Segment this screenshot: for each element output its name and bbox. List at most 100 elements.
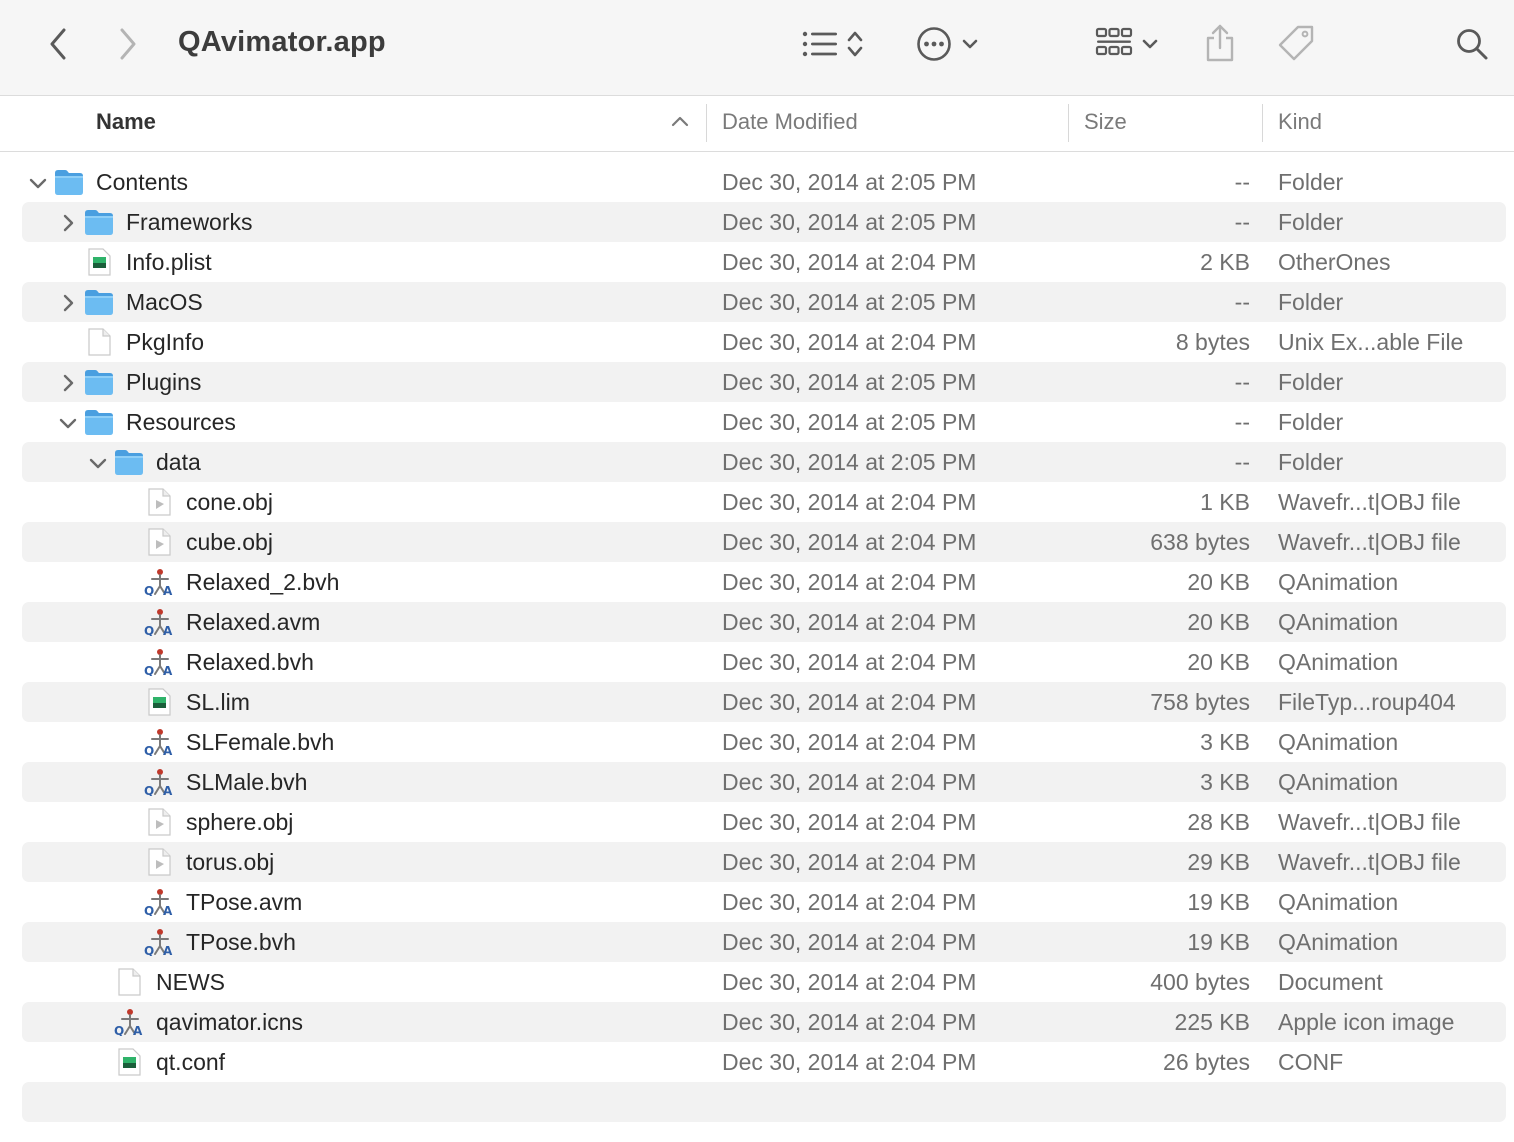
file-name[interactable]: PkgInfo [126, 322, 204, 362]
share-button[interactable] [1198, 20, 1242, 66]
file-row[interactable]: Q A TPose.avm Dec 30, 2014 at 2:04 PM 19 KB Q… [0, 882, 1514, 922]
blank-document-icon [84, 328, 114, 356]
column-divider[interactable] [1068, 104, 1069, 142]
disclosure-chevron-right-icon[interactable] [58, 372, 78, 392]
file-size: 758 bytes [1150, 689, 1250, 715]
column-date-modified-header[interactable]: Date Modified [722, 96, 858, 151]
file-row[interactable]: Contents Dec 30, 2014 at 2:05 PM -- Folder [0, 162, 1514, 202]
file-name[interactable]: Resources [126, 402, 236, 442]
folder-icon [114, 448, 144, 476]
file-name[interactable]: Contents [96, 162, 188, 202]
file-name[interactable]: data [156, 442, 201, 482]
file-size: 19 KB [1187, 929, 1250, 955]
file-name[interactable]: qavimator.icns [156, 1002, 303, 1042]
tag-button[interactable] [1272, 20, 1320, 66]
column-name-header[interactable]: Name [96, 96, 156, 151]
file-row[interactable]: NEWS Dec 30, 2014 at 2:04 PM 400 bytes Docu… [0, 962, 1514, 1002]
file-size: 400 bytes [1150, 969, 1250, 995]
file-row[interactable]: MacOS Dec 30, 2014 at 2:05 PM -- Folder [0, 282, 1514, 322]
file-name[interactable]: Frameworks [126, 202, 253, 242]
file-row[interactable]: Info.plist Dec 30, 2014 at 2:04 PM 2 KB Oth… [0, 242, 1514, 282]
svg-text:A: A [133, 1024, 143, 1036]
file-row[interactable]: sphere.obj Dec 30, 2014 at 2:04 PM 28 KB Wa… [0, 802, 1514, 842]
file-kind: Folder [1278, 369, 1344, 395]
file-size: 28 KB [1187, 809, 1250, 835]
svg-text:Q: Q [144, 904, 154, 916]
up-down-chevron-icon [847, 29, 863, 59]
file-name[interactable]: TPose.avm [186, 882, 302, 922]
file-row[interactable]: Q A TPose.bvh Dec 30, 2014 at 2:04 PM 19 KB Q… [0, 922, 1514, 962]
file-date-modified: Dec 30, 2014 at 2:04 PM [722, 809, 977, 835]
file-row[interactable]: Q A Relaxed.bvh Dec 30, 2014 at 2:04 PM 20 K… [0, 642, 1514, 682]
file-name[interactable]: SL.lim [186, 682, 250, 722]
file-row[interactable]: Plugins Dec 30, 2014 at 2:05 PM -- Folder [0, 362, 1514, 402]
file-kind: Folder [1278, 449, 1344, 475]
file-name[interactable]: qt.conf [156, 1042, 225, 1082]
file-kind: Wavefr...t|OBJ file [1278, 809, 1461, 835]
file-list: Contents Dec 30, 2014 at 2:05 PM -- Folder F… [0, 162, 1514, 1082]
file-row[interactable]: SL.lim Dec 30, 2014 at 2:04 PM 758 bytes Fi… [0, 682, 1514, 722]
svg-text:A: A [163, 744, 173, 756]
svg-text:A: A [163, 664, 173, 676]
file-row[interactable]: cone.obj Dec 30, 2014 at 2:04 PM 1 KB Wavef… [0, 482, 1514, 522]
file-row[interactable]: Q A Relaxed.avm Dec 30, 2014 at 2:04 PM 20 K… [0, 602, 1514, 642]
file-name[interactable]: TPose.bvh [186, 922, 296, 962]
file-date-modified: Dec 30, 2014 at 2:04 PM [722, 929, 977, 955]
file-name[interactable]: Relaxed.avm [186, 602, 320, 642]
obj-file-icon [144, 488, 174, 516]
file-name[interactable]: sphere.obj [186, 802, 293, 842]
file-size: -- [1234, 369, 1250, 395]
view-options-button[interactable] [794, 22, 870, 66]
file-date-modified: Dec 30, 2014 at 2:04 PM [722, 769, 977, 795]
disclosure-chevron-right-icon[interactable] [58, 292, 78, 312]
file-row[interactable]: Q A Relaxed_2.bvh Dec 30, 2014 at 2:04 PM 20… [0, 562, 1514, 602]
search-button[interactable] [1450, 22, 1494, 66]
file-size: 1 KB [1200, 489, 1250, 515]
chevron-left-icon [48, 28, 68, 60]
file-name[interactable]: torus.obj [186, 842, 274, 882]
file-date-modified: Dec 30, 2014 at 2:04 PM [722, 489, 977, 515]
chevron-right-icon [118, 28, 138, 60]
column-divider[interactable] [706, 104, 707, 142]
folder-icon [84, 368, 114, 396]
svg-text:Q: Q [144, 624, 154, 636]
file-row[interactable]: cube.obj Dec 30, 2014 at 2:04 PM 638 bytes… [0, 522, 1514, 562]
column-kind-header[interactable]: Kind [1278, 96, 1322, 151]
file-name[interactable]: Plugins [126, 362, 201, 402]
file-size: -- [1234, 209, 1250, 235]
file-date-modified: Dec 30, 2014 at 2:04 PM [722, 529, 977, 555]
file-name[interactable]: MacOS [126, 282, 203, 322]
file-name[interactable]: cone.obj [186, 482, 273, 522]
disclosure-chevron-down-icon[interactable] [28, 172, 48, 192]
group-button[interactable] [1088, 22, 1164, 66]
file-row[interactable]: PkgInfo Dec 30, 2014 at 2:04 PM 8 bytes Uni… [0, 322, 1514, 362]
file-row[interactable]: data Dec 30, 2014 at 2:05 PM -- Folder [0, 442, 1514, 482]
file-row[interactable]: Resources Dec 30, 2014 at 2:05 PM -- Folder [0, 402, 1514, 442]
svg-text:Q: Q [144, 944, 154, 956]
disclosure-chevron-right-icon[interactable] [58, 212, 78, 232]
file-name[interactable]: Relaxed.bvh [186, 642, 314, 682]
column-divider[interactable] [1262, 104, 1263, 142]
obj-file-icon [144, 528, 174, 556]
disclosure-chevron-down-icon[interactable] [88, 452, 108, 472]
column-size-header[interactable]: Size [1084, 96, 1127, 151]
file-name[interactable]: SLMale.bvh [186, 762, 307, 802]
back-button[interactable] [38, 22, 78, 66]
file-name[interactable]: Info.plist [126, 242, 212, 282]
file-row[interactable]: Frameworks Dec 30, 2014 at 2:05 PM -- Folde… [0, 202, 1514, 242]
file-row[interactable]: Q Aqavimator.icns Dec 30, 2014 at 2:04 PM 2… [0, 1002, 1514, 1042]
file-row[interactable]: Q A SLFemale.bvh Dec 30, 2014 at 2:04 PM 3 K… [0, 722, 1514, 762]
disclosure-chevron-down-icon[interactable] [58, 412, 78, 432]
file-kind: CONF [1278, 1049, 1344, 1075]
file-row[interactable]: torus.obj Dec 30, 2014 at 2:04 PM 29 KB Wav… [0, 842, 1514, 882]
file-name[interactable]: Relaxed_2.bvh [186, 562, 339, 602]
file-date-modified: Dec 30, 2014 at 2:05 PM [722, 209, 977, 235]
file-name[interactable]: NEWS [156, 962, 225, 1002]
file-row[interactable]: qt.conf Dec 30, 2014 at 2:04 PM 26 bytes CO… [0, 1042, 1514, 1082]
forward-button[interactable] [108, 22, 148, 66]
action-menu-button[interactable] [910, 22, 984, 66]
file-kind: Folder [1278, 169, 1344, 195]
file-row[interactable]: Q A SLMale.bvh Dec 30, 2014 at 2:04 PM 3 KB Q… [0, 762, 1514, 802]
file-name[interactable]: SLFemale.bvh [186, 722, 334, 762]
file-name[interactable]: cube.obj [186, 522, 273, 562]
